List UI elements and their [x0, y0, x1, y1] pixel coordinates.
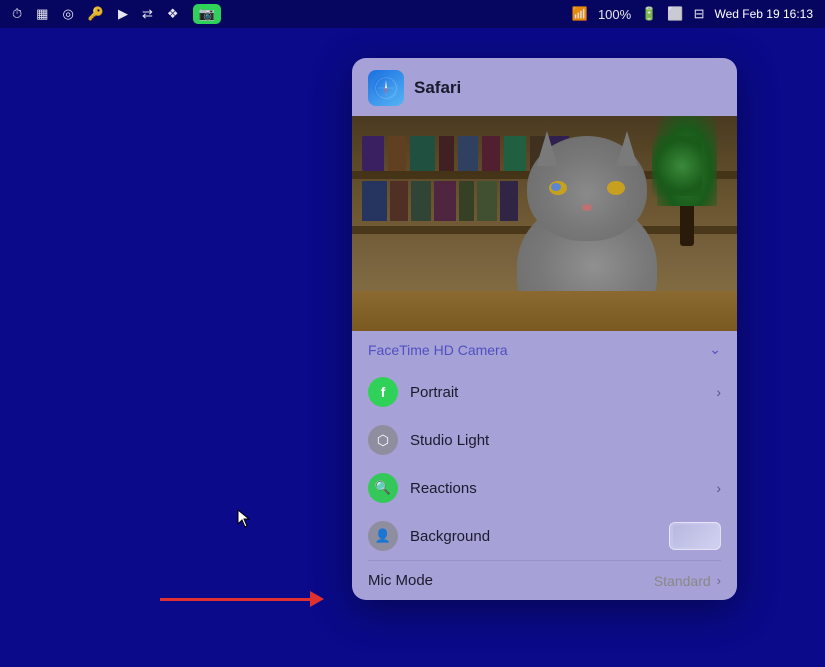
camera-preview: [352, 116, 737, 331]
background-icon: 👤: [368, 521, 398, 551]
portrait-left: f Portrait: [368, 377, 458, 407]
layers-icon[interactable]: ❖: [167, 6, 179, 22]
arrow-line: [160, 598, 310, 601]
clock: Wed Feb 19 16:13: [714, 7, 813, 21]
annotation-arrow: [160, 591, 324, 607]
chevron-down-icon: ⌄: [709, 341, 721, 358]
play-icon[interactable]: ▶: [118, 6, 128, 22]
safari-header: Safari: [352, 58, 737, 116]
background-item[interactable]: 👤 Background: [352, 512, 737, 560]
background-left: 👤 Background: [368, 521, 490, 551]
menubar: ⏱ ▦ ◎ 🔑 ▶ ⇄ ❖ 📷 📶 100% 🔋 ⬜ ⊟ Wed Feb 19 …: [0, 0, 825, 28]
studio-light-left: ⬡ Studio Light: [368, 425, 489, 455]
portrait-chevron-icon: ›: [716, 384, 721, 400]
reactions-left: 🔍 Reactions: [368, 473, 477, 503]
safari-icon: [368, 70, 404, 106]
facetime-icon[interactable]: 📷: [193, 4, 221, 24]
mirror-icon[interactable]: ⇄: [142, 6, 153, 22]
menubar-left: ⏱ ▦ ◎ 🔑 ▶ ⇄ ❖ 📷: [12, 4, 221, 24]
reactions-item[interactable]: 🔍 Reactions ›: [352, 464, 737, 512]
app-title: Safari: [414, 78, 461, 98]
time-machine-icon[interactable]: ⏱: [12, 6, 22, 22]
mic-chevron-icon: ›: [717, 573, 721, 588]
mission-control-icon[interactable]: ▦: [36, 6, 48, 22]
portrait-item[interactable]: f Portrait ›: [352, 368, 737, 416]
control-center-icon[interactable]: ⊟: [694, 6, 705, 22]
mouse-cursor: [236, 508, 252, 528]
mic-mode-row[interactable]: Mic Mode Standard ›: [352, 561, 737, 600]
studio-light-label: Studio Light: [410, 432, 489, 449]
camera-source-label: FaceTime HD Camera: [368, 342, 508, 358]
reactions-label: Reactions: [410, 480, 477, 497]
mic-mode-right: Standard ›: [654, 573, 721, 589]
reactions-chevron-icon: ›: [716, 480, 721, 496]
portrait-icon: f: [368, 377, 398, 407]
background-label: Background: [410, 528, 490, 545]
key-icon[interactable]: 🔑: [88, 6, 104, 22]
mic-mode-label: Mic Mode: [368, 572, 433, 589]
battery-icon: 🔋: [641, 6, 657, 22]
camera-source-row[interactable]: FaceTime HD Camera ⌄: [352, 331, 737, 368]
menubar-right: 📶 100% 🔋 ⬜ ⊟ Wed Feb 19 16:13: [572, 6, 813, 22]
focus-icon[interactable]: ◎: [62, 6, 73, 22]
wifi-icon[interactable]: 📶: [572, 6, 588, 22]
studio-light-icon: ⬡: [368, 425, 398, 455]
camera-popup: Safari: [352, 58, 737, 600]
arrow-head: [310, 591, 324, 607]
display-icon[interactable]: ⬜: [667, 6, 683, 22]
background-toggle[interactable]: [669, 522, 721, 550]
reactions-icon: 🔍: [368, 473, 398, 503]
battery-percent: 100%: [598, 7, 631, 22]
mic-mode-value: Standard: [654, 573, 711, 589]
studio-light-item[interactable]: ⬡ Studio Light: [352, 416, 737, 464]
portrait-label: Portrait: [410, 384, 458, 401]
